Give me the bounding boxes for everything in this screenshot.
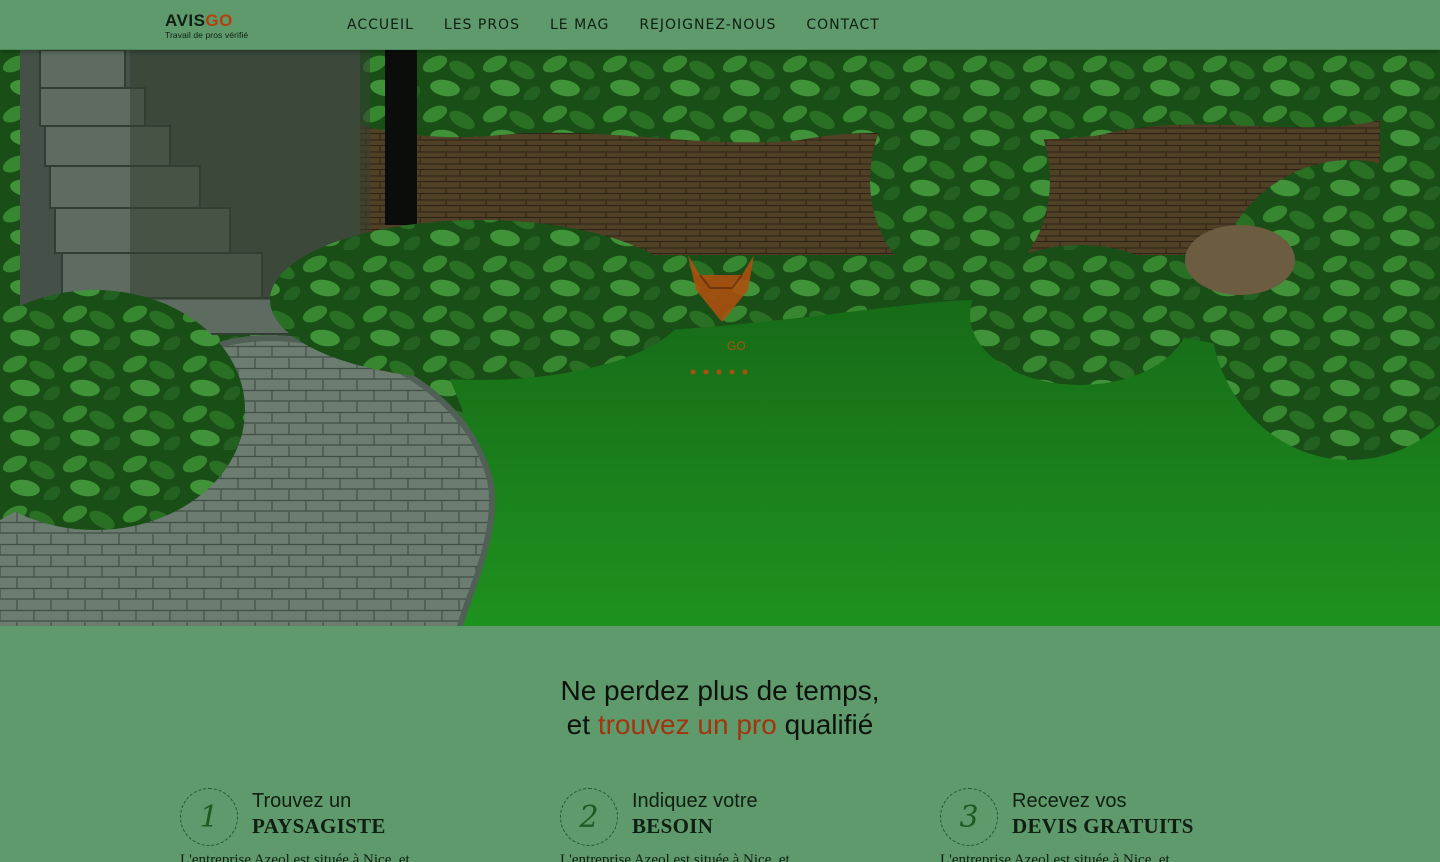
step-3: 3 Recevez vos DEVIS GRATUITS L'entrepris… [940,788,1260,862]
step-description: L'entreprise Azeol est située à Nice, et [560,852,790,862]
main-nav: ACCUEIL LES PROS LE MAG REJOIGNEZ-NOUS C… [347,17,880,33]
tagline-line1: Ne perdez plus de temps, [560,675,880,706]
step-number-badge: 3 [940,788,998,846]
nav-contact[interactable]: CONTACT [806,17,879,33]
site-header: AVISGO Travail de pros vérifié ACCUEIL L… [0,0,1440,50]
step-title-small: Recevez vos [1012,790,1127,812]
tagline-line2-start: et [566,709,591,740]
step-title-big: PAYSAGISTE [252,814,386,838]
logo-tagline: Travail de pros vérifié [165,30,249,40]
nav-le-mag[interactable]: LE MAG [550,17,609,33]
step-title-small: Indiquez votre [632,790,758,812]
step-description: L'entreprise Azeol est située à Nice, et [180,852,410,862]
nav-les-pros[interactable]: LES PROS [444,17,520,33]
logo-wordmark: AVISGO [165,11,233,30]
nav-rejoignez-nous[interactable]: REJOIGNEZ-NOUS [639,17,776,33]
hero-garden-image: GO [0,50,1440,626]
step-number-badge: 1 [180,788,238,846]
hero-banner: GO [0,50,1440,626]
step-1: 1 Trouvez un PAYSAGISTE L'entreprise Aze… [180,788,500,862]
step-number-badge: 2 [560,788,618,846]
step-title-big: DEVIS GRATUITS [1012,814,1194,838]
step-title-big: BESOIN [632,814,714,838]
step-2: 2 Indiquez votre BESOIN L'entreprise Aze… [560,788,880,862]
tagline-line2: et trouvez un pro qualifié [0,708,1440,742]
step-description: L'entreprise Azeol est située à Nice, et [940,852,1170,862]
hero-tagline: Ne perdez plus de temps, et trouvez un p… [0,674,1440,742]
how-it-works-steps: 1 Trouvez un PAYSAGISTE L'entreprise Aze… [180,788,1280,862]
tagline-line2-end: qualifié [784,709,874,740]
site-logo[interactable]: AVISGO Travail de pros vérifié [165,12,248,40]
tagline-highlight: trouvez un pro [597,709,777,740]
nav-accueil[interactable]: ACCUEIL [347,17,414,33]
step-title-small: Trouvez un [252,790,352,812]
